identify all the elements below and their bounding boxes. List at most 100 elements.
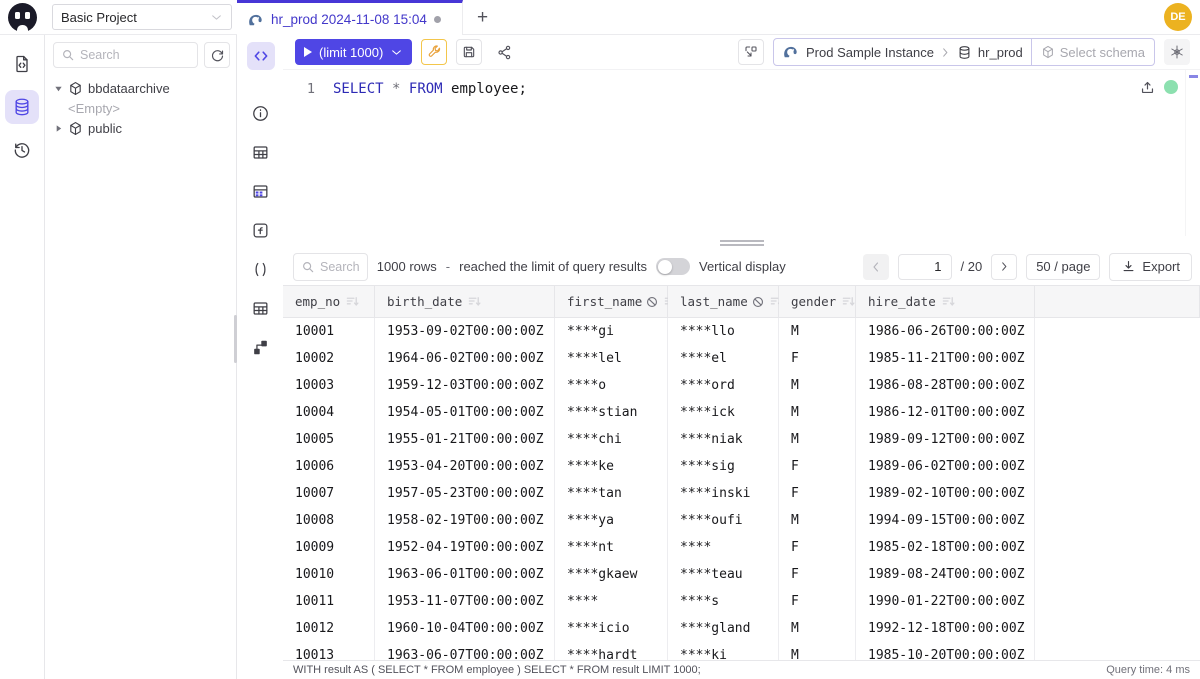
cell-emp_no[interactable]: 10005 bbox=[283, 426, 375, 453]
sort-icon[interactable] bbox=[468, 295, 481, 308]
cell-last_name[interactable]: ****gland bbox=[668, 615, 779, 642]
cell-birth_date[interactable]: 1964-06-02T00:00:00Z bbox=[375, 345, 555, 372]
cell-first_name[interactable]: ****ke bbox=[555, 453, 668, 480]
share-button[interactable] bbox=[491, 39, 517, 65]
cell-last_name[interactable]: ****niak bbox=[668, 426, 779, 453]
cell-gender[interactable]: M bbox=[779, 642, 856, 660]
cell-first_name[interactable]: ****o bbox=[555, 372, 668, 399]
column-header-gender[interactable]: gender bbox=[779, 285, 856, 318]
sidebar-resize-handle[interactable] bbox=[234, 315, 237, 363]
cell-last_name[interactable]: ****inski bbox=[668, 480, 779, 507]
cell-gender[interactable]: F bbox=[779, 588, 856, 615]
results-search-input[interactable] bbox=[320, 260, 360, 274]
editor-rail-button-code-icon[interactable] bbox=[247, 42, 275, 70]
upload-sheet-icon[interactable] bbox=[1139, 79, 1156, 96]
cell-emp_no[interactable]: 10012 bbox=[283, 615, 375, 642]
panel-drag-handle[interactable] bbox=[720, 240, 764, 246]
cell-birth_date[interactable]: 1963-06-01T00:00:00Z bbox=[375, 561, 555, 588]
cell-last_name[interactable]: ****el bbox=[668, 345, 779, 372]
caret-down-icon[interactable] bbox=[53, 84, 63, 93]
cell-hire_date[interactable]: 1989-08-24T00:00:00Z bbox=[856, 561, 1035, 588]
cell-birth_date[interactable]: 1953-04-20T00:00:00Z bbox=[375, 453, 555, 480]
instance-database-selector[interactable]: Prod Sample Instance hr_prod bbox=[773, 38, 1032, 66]
sort-icon[interactable] bbox=[842, 295, 855, 308]
cell-birth_date[interactable]: 1958-02-19T00:00:00Z bbox=[375, 507, 555, 534]
admin-wrench-button[interactable] bbox=[421, 39, 447, 65]
user-avatar[interactable]: DE bbox=[1164, 3, 1192, 31]
cell-emp_no[interactable]: 10001 bbox=[283, 318, 375, 345]
sidebar-search-input[interactable] bbox=[80, 48, 190, 62]
sort-icon[interactable] bbox=[346, 295, 359, 308]
cell-hire_date[interactable]: 1985-10-20T00:00:00Z bbox=[856, 642, 1035, 660]
cell-gender[interactable]: F bbox=[779, 534, 856, 561]
chevron-down-icon[interactable] bbox=[390, 46, 403, 59]
cell-last_name[interactable]: ****oufi bbox=[668, 507, 779, 534]
schema-selector[interactable]: Select schema bbox=[1032, 38, 1155, 66]
cell-emp_no[interactable]: 10002 bbox=[283, 345, 375, 372]
cell-birth_date[interactable]: 1963-06-07T00:00:00Z bbox=[375, 642, 555, 660]
new-tab-button[interactable]: + bbox=[470, 5, 495, 30]
rail-button-worksheet-icon[interactable] bbox=[5, 47, 39, 81]
tree-item-bbdataarchive[interactable]: bbdataarchive bbox=[53, 78, 236, 98]
cell-first_name[interactable]: ****ya bbox=[555, 507, 668, 534]
cell-emp_no[interactable]: 10003 bbox=[283, 372, 375, 399]
editor-rail-button-table-alt-icon[interactable] bbox=[247, 294, 275, 322]
cell-gender[interactable]: M bbox=[779, 615, 856, 642]
cell-birth_date[interactable]: 1953-09-02T00:00:00Z bbox=[375, 318, 555, 345]
cell-gender[interactable]: F bbox=[779, 561, 856, 588]
cell-gender[interactable]: M bbox=[779, 372, 856, 399]
cell-birth_date[interactable]: 1960-10-04T00:00:00Z bbox=[375, 615, 555, 642]
cell-hire_date[interactable]: 1990-01-22T00:00:00Z bbox=[856, 588, 1035, 615]
run-query-button[interactable]: (limit 1000) bbox=[295, 39, 412, 65]
bytebase-logo-icon[interactable] bbox=[8, 3, 37, 32]
cell-hire_date[interactable]: 1986-08-28T00:00:00Z bbox=[856, 372, 1035, 399]
tree-item-public[interactable]: public bbox=[53, 118, 236, 138]
cell-first_name[interactable]: ****stian bbox=[555, 399, 668, 426]
page-size-selector[interactable]: 50 / page bbox=[1026, 254, 1100, 280]
cell-hire_date[interactable]: 1992-12-18T00:00:00Z bbox=[856, 615, 1035, 642]
cell-first_name[interactable]: ****lel bbox=[555, 345, 668, 372]
caret-right-icon[interactable] bbox=[53, 124, 63, 133]
cell-first_name[interactable]: ****gi bbox=[555, 318, 668, 345]
editor-rail-button-parentheses-icon[interactable] bbox=[247, 255, 275, 283]
cell-gender[interactable]: M bbox=[779, 399, 856, 426]
cell-hire_date[interactable]: 1989-09-12T00:00:00Z bbox=[856, 426, 1035, 453]
column-header-last_name[interactable]: last_name bbox=[668, 285, 779, 318]
cell-gender[interactable]: M bbox=[779, 426, 856, 453]
cell-first_name[interactable]: ****icio bbox=[555, 615, 668, 642]
cell-last_name[interactable]: ****ick bbox=[668, 399, 779, 426]
cell-hire_date[interactable]: 1989-06-02T00:00:00Z bbox=[856, 453, 1035, 480]
cell-gender[interactable]: M bbox=[779, 507, 856, 534]
ai-assistant-button[interactable] bbox=[1164, 39, 1190, 65]
cell-last_name[interactable]: ****ki bbox=[668, 642, 779, 660]
cell-gender[interactable]: F bbox=[779, 453, 856, 480]
cell-birth_date[interactable]: 1952-04-19T00:00:00Z bbox=[375, 534, 555, 561]
cell-hire_date[interactable]: 1985-02-18T00:00:00Z bbox=[856, 534, 1035, 561]
column-header-first_name[interactable]: first_name bbox=[555, 285, 668, 318]
editor-rail-button-table-icon[interactable] bbox=[247, 138, 275, 166]
cell-first_name[interactable]: **** bbox=[555, 588, 668, 615]
editor-rail-button-function-icon[interactable] bbox=[247, 216, 275, 244]
cell-emp_no[interactable]: 10004 bbox=[283, 399, 375, 426]
cell-first_name[interactable]: ****hardt bbox=[555, 642, 668, 660]
tab-worksheet[interactable]: hr_prod 2024-11-08 15:04 bbox=[237, 0, 463, 35]
cell-first_name[interactable]: ****chi bbox=[555, 426, 668, 453]
cell-hire_date[interactable]: 1986-12-01T00:00:00Z bbox=[856, 399, 1035, 426]
cell-last_name[interactable]: ****sig bbox=[668, 453, 779, 480]
rail-button-database-icon[interactable] bbox=[5, 90, 39, 124]
cell-hire_date[interactable]: 1986-06-26T00:00:00Z bbox=[856, 318, 1035, 345]
vertical-display-toggle[interactable] bbox=[656, 258, 690, 275]
cell-last_name[interactable]: **** bbox=[668, 534, 779, 561]
cell-hire_date[interactable]: 1985-11-21T00:00:00Z bbox=[856, 345, 1035, 372]
cell-last_name[interactable]: ****teau bbox=[668, 561, 779, 588]
cell-emp_no[interactable]: 10010 bbox=[283, 561, 375, 588]
cell-gender[interactable]: F bbox=[779, 480, 856, 507]
cell-emp_no[interactable]: 10007 bbox=[283, 480, 375, 507]
rail-button-history-icon[interactable] bbox=[5, 133, 39, 167]
column-header-hire_date[interactable]: hire_date bbox=[856, 285, 1035, 318]
cell-hire_date[interactable]: 1994-09-15T00:00:00Z bbox=[856, 507, 1035, 534]
prev-page-button[interactable] bbox=[863, 254, 889, 280]
project-selector[interactable]: Basic Project bbox=[52, 4, 232, 30]
cell-last_name[interactable]: ****llo bbox=[668, 318, 779, 345]
column-header-birth_date[interactable]: birth_date bbox=[375, 285, 555, 318]
